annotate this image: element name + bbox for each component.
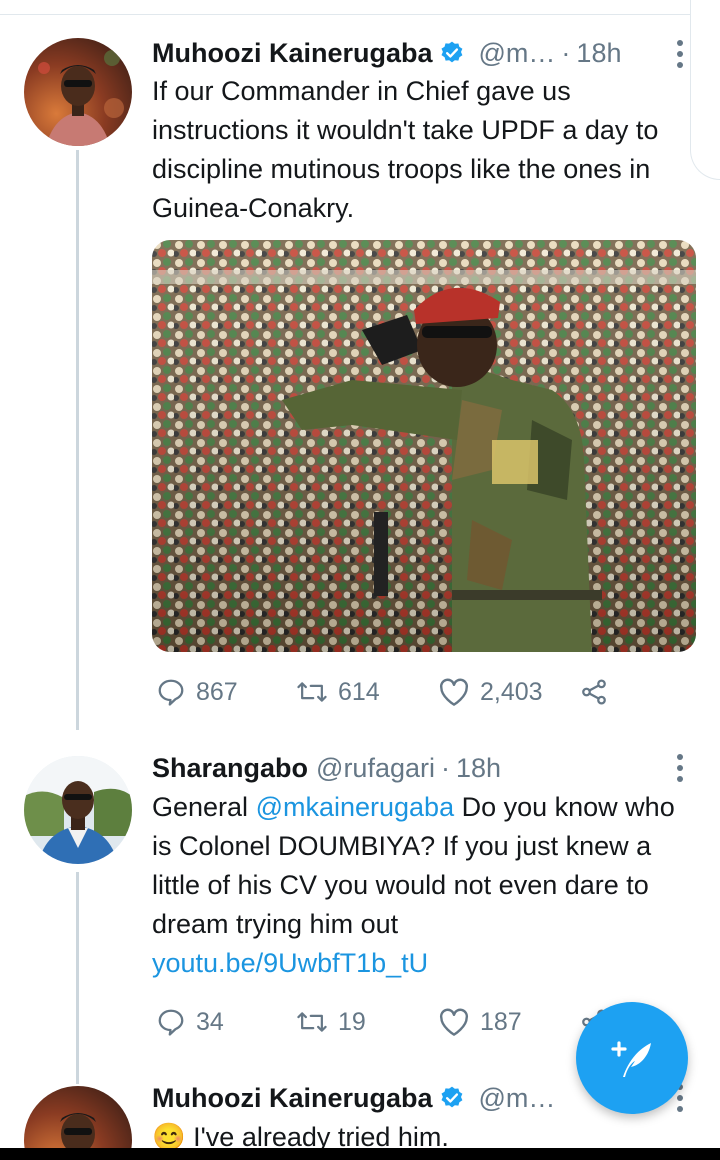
- tweet-text: If our Commander in Chief gave us instru…: [152, 76, 659, 223]
- tweet-actions: 34 19 187: [152, 1002, 632, 1042]
- retweet-count: 614: [338, 677, 380, 706]
- author-handle[interactable]: @m…: [479, 1083, 556, 1114]
- author-name[interactable]: Sharangabo: [152, 753, 308, 784]
- like-icon: [439, 678, 469, 706]
- system-nav-bar: [0, 1148, 720, 1160]
- tweet-time[interactable]: 18h: [576, 38, 621, 69]
- tweet-photo[interactable]: [152, 240, 696, 652]
- compose-tweet-button[interactable]: [576, 1002, 688, 1114]
- like-button[interactable]: 2,403: [438, 672, 543, 712]
- like-icon: [439, 1008, 469, 1036]
- text-prefix: General: [152, 792, 256, 822]
- reply-icon: [158, 679, 184, 706]
- share-icon: [582, 679, 606, 705]
- verified-icon: [441, 1086, 462, 1108]
- tweet-text: General @mkainerugaba Do you know who is…: [152, 788, 692, 983]
- reply-icon: [158, 1009, 184, 1036]
- more-icon[interactable]: [668, 36, 692, 72]
- thread-line: [76, 872, 79, 1084]
- top-divider: [0, 14, 690, 15]
- author-name[interactable]: Muhoozi Kainerugaba: [152, 1083, 433, 1114]
- more-icon[interactable]: [668, 750, 692, 786]
- retweet-button[interactable]: 19: [296, 1002, 366, 1042]
- author-handle[interactable]: @m…: [479, 38, 556, 69]
- reply-count: 867: [196, 677, 238, 706]
- scroll-edge: [690, 0, 720, 180]
- verified-icon: [441, 41, 462, 63]
- retweet-icon: [297, 682, 327, 702]
- retweet-button[interactable]: 614: [296, 672, 380, 712]
- tweet-actions: 867 614 2,403: [152, 672, 632, 712]
- like-button[interactable]: 187: [438, 1002, 522, 1042]
- separator-dot: ·: [561, 37, 571, 68]
- url-link[interactable]: youtu.be/9UwbfT1b_tU: [152, 948, 428, 978]
- tweet-time[interactable]: 18h: [456, 753, 501, 784]
- mention-link[interactable]: @mkainerugaba: [256, 792, 455, 822]
- avatar-muhoozi[interactable]: [24, 38, 132, 146]
- avatar-sharangabo[interactable]: [24, 756, 132, 864]
- retweet-icon: [297, 1012, 327, 1032]
- separator-dot: ·: [441, 752, 450, 783]
- like-count: 187: [480, 1007, 522, 1036]
- thread-line: [76, 150, 79, 730]
- like-count: 2,403: [480, 677, 543, 706]
- reply-button[interactable]: 34: [156, 1002, 224, 1042]
- tweet-header: Muhoozi Kainerugaba @m…: [152, 1078, 555, 1118]
- share-button[interactable]: [578, 672, 620, 712]
- tweet-header: Sharangabo @rufagari · 18h: [152, 748, 501, 788]
- author-handle[interactable]: @rufagari: [316, 753, 435, 784]
- reply-count: 34: [196, 1007, 224, 1036]
- retweet-count: 19: [338, 1007, 366, 1036]
- author-name[interactable]: Muhoozi Kainerugaba: [152, 38, 433, 69]
- tweet-header: Muhoozi Kainerugaba @m… · 18h: [152, 33, 621, 73]
- compose-tweet-icon: [611, 1041, 651, 1077]
- reply-button[interactable]: 867: [156, 672, 238, 712]
